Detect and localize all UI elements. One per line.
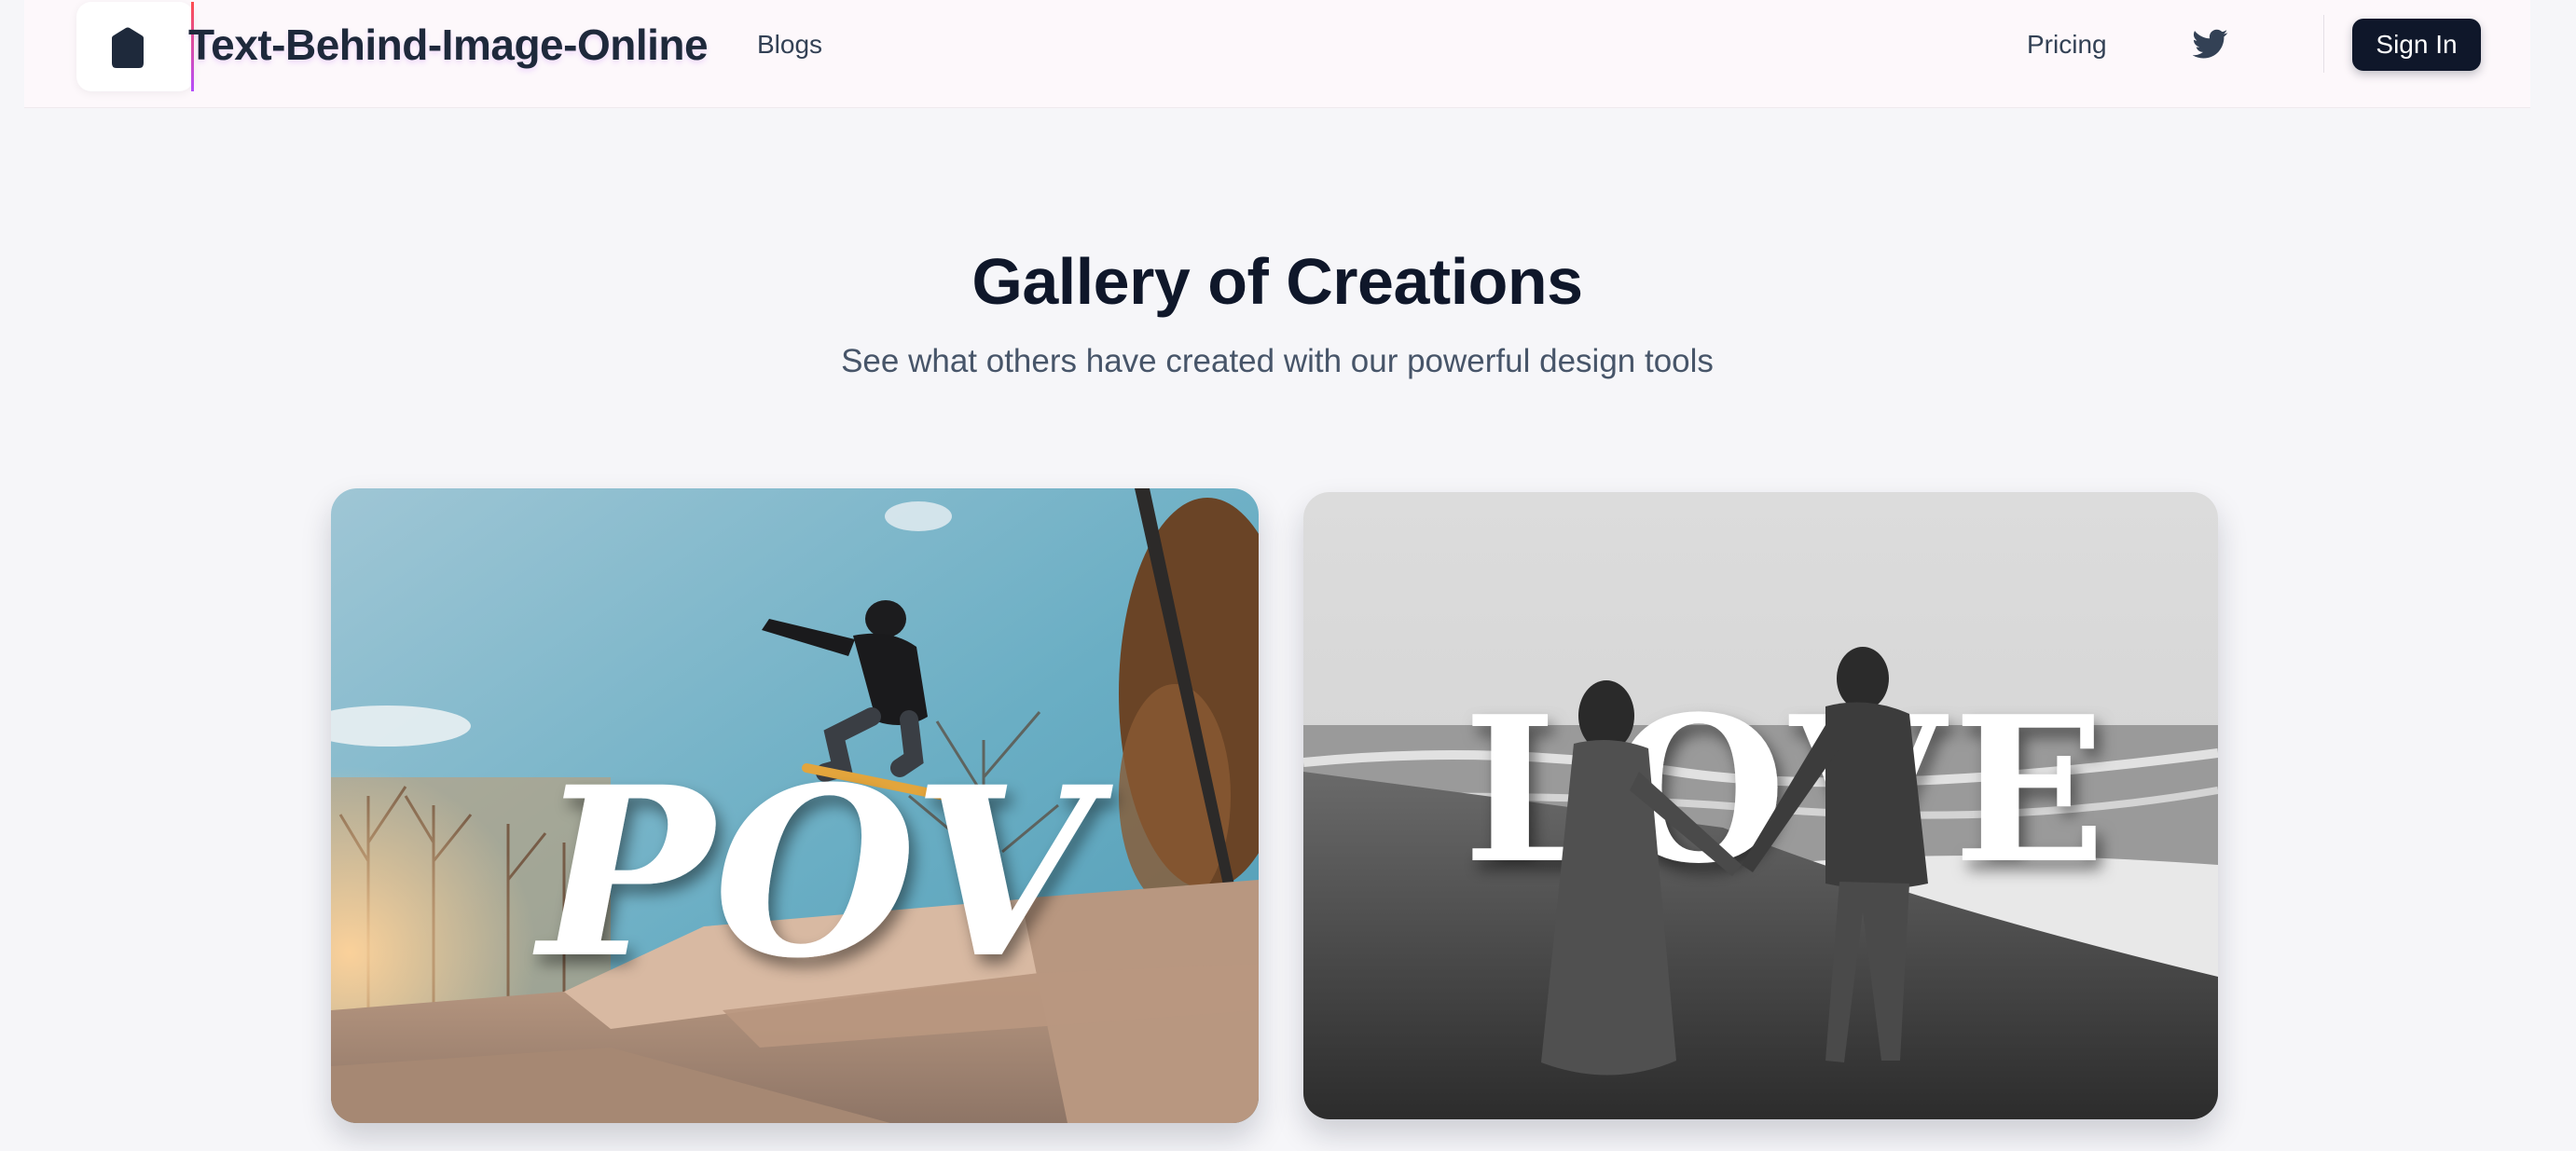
gallery-subtitle: See what others have created with our po… (841, 343, 1714, 379)
beach-couple-image: LOVE (1303, 492, 2218, 1119)
brand-name[interactable]: Text-Behind-Image-Online (188, 19, 709, 71)
hexagon-logo-icon (112, 27, 144, 68)
twitter-icon[interactable] (2192, 26, 2228, 62)
nav-blogs-link[interactable]: Blogs (757, 26, 822, 63)
gallery-title: Gallery of Creations (971, 245, 1583, 318)
sign-in-button[interactable]: Sign In (2352, 19, 2481, 71)
skatepark-image: POV (331, 488, 1259, 1123)
nav-pricing-link[interactable]: Pricing (2027, 26, 2107, 63)
overlay-text-pov: POV (532, 735, 1113, 1009)
header-divider (2323, 15, 2324, 73)
logo-icon[interactable] (76, 2, 194, 91)
top-navbar: Text-Behind-Image-Online Blogs Pricing S… (24, 0, 2530, 108)
gallery-card-love[interactable]: LOVE (1303, 492, 2218, 1119)
gallery-card-pov[interactable]: POV (331, 488, 1259, 1123)
